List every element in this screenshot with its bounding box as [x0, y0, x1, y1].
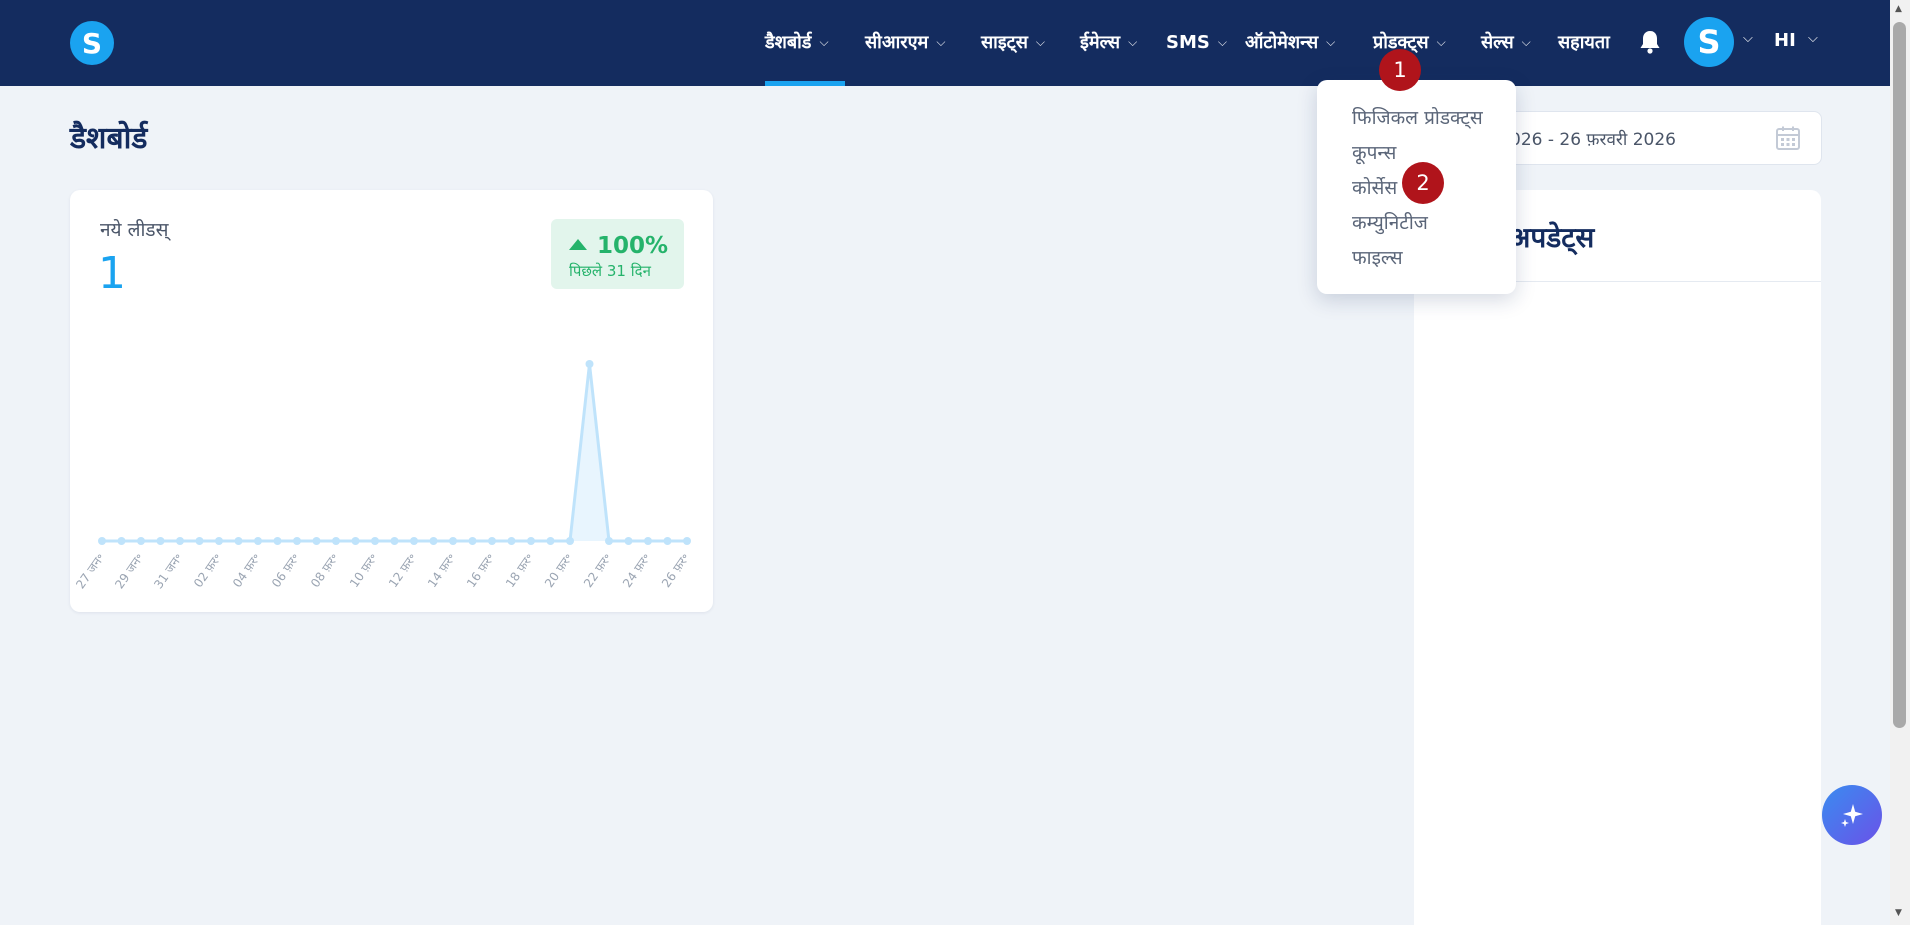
chart-point[interactable] [351, 537, 360, 545]
chevron-down-icon[interactable]: ⌵ [1808, 31, 1818, 46]
step-marker-2: 2 [1402, 162, 1444, 204]
nav-sms-label: SMS [1166, 31, 1210, 53]
x-tick-label: 02 फ़र॰ [191, 551, 224, 590]
menu-item-courses[interactable]: कोर्सेस [1352, 174, 1397, 200]
nav-help[interactable]: सहायता [1558, 28, 1610, 56]
calendar-icon [1776, 126, 1800, 150]
chart-point[interactable] [156, 537, 165, 545]
chart-point[interactable] [429, 537, 438, 545]
x-tick-label: 10 फ़र॰ [347, 551, 380, 590]
chart-point[interactable] [683, 537, 691, 545]
nav-dashboard[interactable]: डैशबोर्ड ⌵ [765, 28, 829, 56]
x-tick-label: 14 फ़र॰ [425, 551, 458, 590]
leads-chart: 27 जन॰ 29 जन॰ 31 जन॰ 02 फ़र॰ 04 फ़र॰ 06 फ़र॰ 0… [73, 360, 692, 592]
chevron-down-icon: ⌵ [1128, 34, 1138, 49]
nav-sites-label: साइट्स [981, 32, 1028, 53]
scroll-up-arrow-icon[interactable]: ▲ [1895, 4, 1902, 14]
nav-sales[interactable]: सेल्स ⌵ [1481, 28, 1531, 56]
nav-automations[interactable]: ऑटोमेशन्स ⌵ [1245, 28, 1335, 56]
chart-point[interactable] [644, 537, 652, 545]
chart-point[interactable] [624, 537, 633, 545]
chevron-down-icon: ⌵ [936, 34, 946, 49]
chart-point[interactable] [449, 537, 457, 545]
new-leads-card: नये लीडस् 1 100% पिछले 31 दिन 27 जन॰ 29 ज… [70, 190, 713, 612]
step-marker-1: 1 [1379, 49, 1421, 91]
x-tick-label: 04 फ़र॰ [230, 551, 263, 590]
chart-point[interactable] [137, 537, 145, 545]
chart-point[interactable] [527, 537, 535, 545]
nav-dashboard-label: डैशबोर्ड [765, 32, 812, 53]
user-avatar[interactable]: S [1684, 17, 1734, 67]
nav-active-indicator [765, 81, 845, 86]
chevron-down-icon: ⌵ [819, 34, 829, 49]
chart-point[interactable] [663, 537, 672, 545]
chart-point[interactable] [98, 537, 106, 545]
chevron-down-icon: ⌵ [1326, 34, 1336, 49]
scroll-down-arrow-icon[interactable]: ▼ [1895, 908, 1902, 918]
nav-help-label: सहायता [1558, 32, 1610, 53]
chart-point[interactable] [312, 537, 321, 545]
chevron-down-icon: ⌵ [1217, 34, 1227, 49]
chart-point[interactable] [390, 537, 399, 545]
x-tick-label: 16 फ़र॰ [464, 551, 497, 590]
top-navbar: S डैशबोर्ड ⌵ सीआरएम ⌵ साइट्स ⌵ ईमेल्स ⌵ … [0, 0, 1890, 86]
chart-point[interactable] [195, 537, 204, 545]
x-tick-label: 27 जन॰ [73, 551, 107, 592]
chart-point[interactable] [215, 537, 223, 545]
scrollbar-thumb[interactable] [1893, 22, 1906, 728]
nav-emails[interactable]: ईमेल्स ⌵ [1080, 28, 1137, 56]
nav-sites[interactable]: साइट्स ⌵ [981, 28, 1045, 56]
app-logo[interactable]: S [70, 21, 114, 65]
chart-point[interactable] [332, 537, 340, 545]
x-tick-label: 18 फ़र॰ [503, 551, 536, 590]
x-tick-label: 29 जन॰ [112, 551, 146, 592]
chart-point[interactable] [234, 537, 243, 545]
x-tick-label: 06 फ़र॰ [269, 551, 302, 590]
chart-point[interactable] [410, 537, 418, 545]
page-title: डैशबोर्ड [70, 121, 148, 156]
menu-item-communities[interactable]: कम्युनिटीज [1352, 209, 1428, 235]
nav-crm-label: सीआरएम [865, 32, 929, 53]
x-tick-label: 08 फ़र॰ [308, 551, 341, 590]
chevron-down-icon: ⌵ [1521, 34, 1531, 49]
chart-point[interactable] [546, 537, 555, 545]
x-tick-label: 26 फ़र॰ [659, 551, 692, 590]
chart-point[interactable] [585, 360, 594, 368]
language-selector[interactable]: HI [1774, 30, 1796, 51]
updates-title: अपडेट्स [1509, 221, 1595, 254]
chart-point[interactable] [507, 537, 516, 545]
x-tick-label: 31 जन॰ [151, 551, 185, 592]
menu-item-physical-products[interactable]: फिजिकल प्रोडक्ट्स [1352, 104, 1483, 130]
sparkle-icon [1841, 804, 1863, 827]
nav-crm[interactable]: सीआरएम ⌵ [865, 28, 945, 56]
x-tick-label: 20 फ़र॰ [542, 551, 575, 590]
updates-card: अपडेट्स [1414, 190, 1821, 925]
nav-sales-label: सेल्स [1481, 32, 1514, 53]
chart-point[interactable] [273, 537, 282, 545]
date-range-text: 026 - 26 फ़रवरी 2026 [1510, 130, 1676, 150]
chart-point[interactable] [117, 537, 126, 545]
bell-icon[interactable] [1639, 29, 1661, 55]
chart-point[interactable] [371, 537, 379, 545]
nav-emails-label: ईमेल्स [1080, 32, 1121, 53]
menu-item-files[interactable]: फाइल्स [1352, 244, 1403, 270]
chart-point[interactable] [254, 537, 262, 545]
x-tick-label: 22 फ़र॰ [581, 551, 614, 590]
nav-automations-label: ऑटोमेशन्स [1245, 32, 1319, 53]
x-tick-label: 24 फ़र॰ [620, 551, 653, 590]
menu-item-coupons[interactable]: कूपन्स [1352, 139, 1396, 165]
chevron-down-icon[interactable]: ⌵ [1743, 31, 1753, 46]
nav-sms[interactable]: SMS ⌵ [1166, 28, 1227, 56]
ai-assistant-button[interactable] [1822, 785, 1882, 845]
chart-point[interactable] [488, 537, 496, 545]
chart-point[interactable] [468, 537, 477, 545]
chart-point[interactable] [566, 537, 574, 545]
chart-point[interactable] [176, 537, 184, 545]
x-tick-label: 12 फ़र॰ [386, 551, 419, 590]
chart-point[interactable] [605, 537, 613, 545]
chevron-down-icon: ⌵ [1436, 34, 1446, 49]
chevron-down-icon: ⌵ [1035, 34, 1046, 49]
chart-point[interactable] [293, 537, 301, 545]
